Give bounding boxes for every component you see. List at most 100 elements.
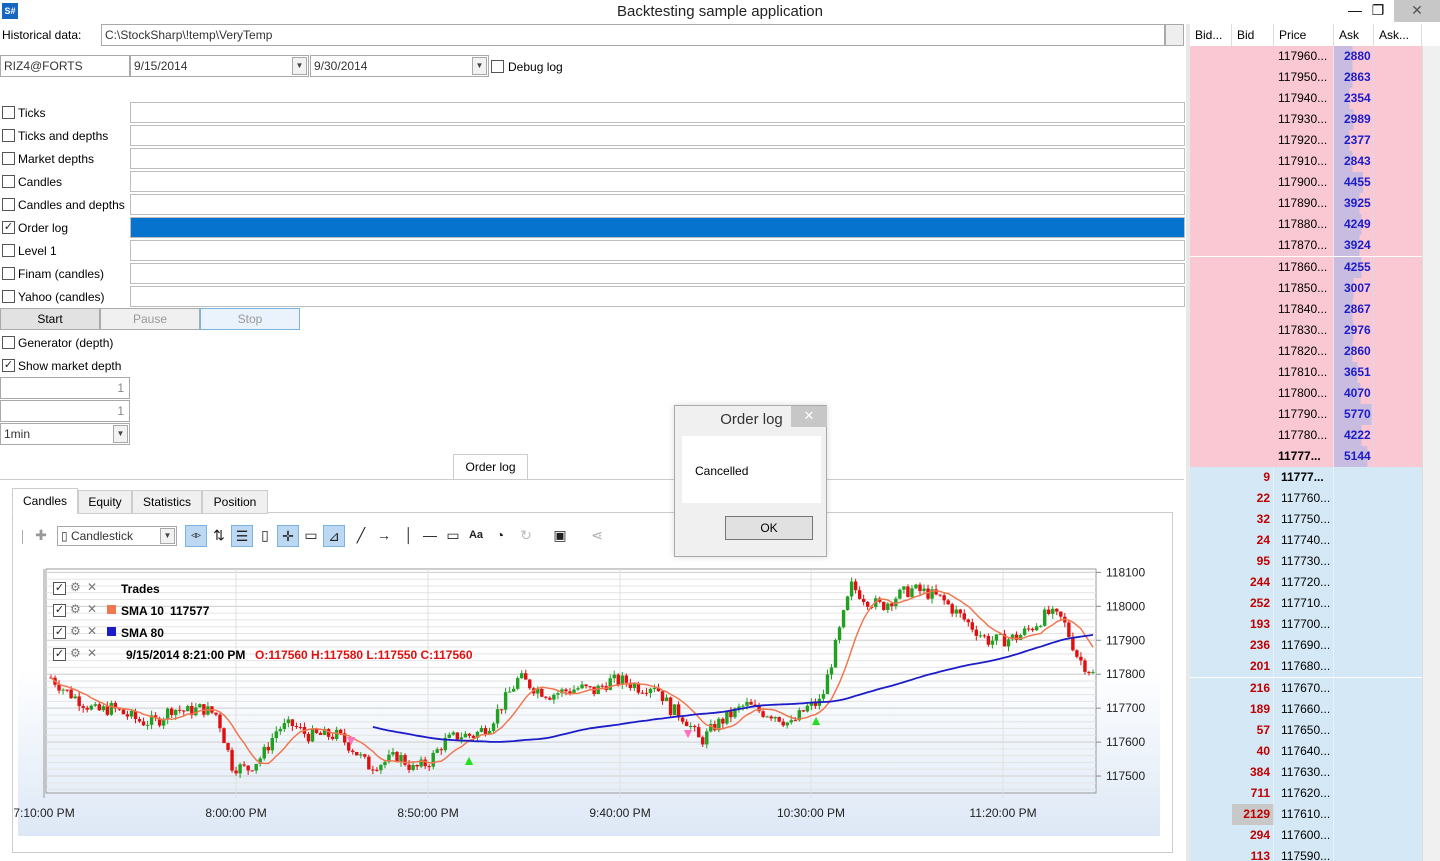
bid-volume: 2129 xyxy=(1232,803,1274,825)
order-log-dialog: Order log ✕ Cancelled OK xyxy=(674,405,827,557)
close-icon[interactable]: ✕ xyxy=(87,602,97,616)
bid-row[interactable]: 201 117680... xyxy=(1190,656,1422,678)
bid-price: 117730... xyxy=(1276,551,1334,573)
bid-row[interactable]: 2129 117610... xyxy=(1190,803,1422,825)
gear-icon[interactable]: ⚙ xyxy=(70,646,81,660)
bid-row[interactable]: 9 11777... xyxy=(1190,467,1422,488)
ask-row[interactable]: 117810... 3651 xyxy=(1190,361,1422,383)
ask-row[interactable]: 117880... 4249 xyxy=(1190,214,1422,236)
bid-row[interactable]: 216 117670... xyxy=(1190,677,1422,699)
candle-body xyxy=(632,684,637,688)
bid-price: 117680... xyxy=(1276,656,1334,678)
order-book-scrollbar[interactable] xyxy=(1422,46,1440,861)
price-chart[interactable]: 118100 118000 117900 117800 117700 117600 1175… xyxy=(0,0,1184,861)
bid-row[interactable]: 189 117660... xyxy=(1190,698,1422,720)
bid-price: 11777... xyxy=(1276,467,1334,488)
order-book-column-header[interactable]: Ask... xyxy=(1374,24,1422,46)
ask-row[interactable]: 117820... 2860 xyxy=(1190,340,1422,362)
order-book-column-header[interactable]: Ask xyxy=(1334,24,1374,46)
bid-row[interactable]: 711 117620... xyxy=(1190,782,1422,804)
ask-price: 117860... xyxy=(1276,256,1334,278)
bid-row[interactable]: 95 117730... xyxy=(1190,551,1422,573)
gear-icon[interactable]: ⚙ xyxy=(70,580,81,594)
candle-body xyxy=(725,711,729,724)
close-icon[interactable]: ✕ xyxy=(87,580,97,594)
ask-row[interactable]: 117960... 2880 xyxy=(1190,46,1422,67)
bid-row[interactable]: 244 117720... xyxy=(1190,572,1422,594)
candle-body xyxy=(447,734,452,738)
legend-ohlc-time: 9/15/2014 8:21:00 PM xyxy=(126,648,246,662)
ask-row[interactable]: 117790... 5770 xyxy=(1190,403,1422,425)
ask-row[interactable]: 117900... 4455 xyxy=(1190,172,1422,194)
ask-volume: 4455 xyxy=(1334,172,1374,194)
bid-row[interactable]: 40 117640... xyxy=(1190,740,1422,762)
candle-body xyxy=(785,722,789,726)
ask-volume: 2880 xyxy=(1334,46,1374,67)
ask-row[interactable]: 117890... 3925 xyxy=(1190,193,1422,215)
ask-row[interactable]: 117940... 2354 xyxy=(1190,88,1422,110)
bid-row[interactable]: 57 117650... xyxy=(1190,719,1422,741)
ask-price: 117920... xyxy=(1276,130,1334,152)
candle-body xyxy=(568,691,572,694)
bid-volume: 113 xyxy=(1232,845,1274,861)
bid-row[interactable]: 193 117700... xyxy=(1190,614,1422,636)
bid-row[interactable]: 22 117760... xyxy=(1190,488,1422,510)
ask-row[interactable]: 117780... 4222 xyxy=(1190,424,1422,446)
candle-body xyxy=(749,701,753,705)
ask-volume: 3007 xyxy=(1334,277,1374,299)
ask-row[interactable]: 117870... 3924 xyxy=(1190,235,1422,257)
ask-row[interactable]: 117860... 4255 xyxy=(1190,256,1422,278)
candle-body xyxy=(845,596,850,611)
candle-body xyxy=(290,719,295,726)
bid-price: 117620... xyxy=(1276,782,1334,804)
bid-row[interactable]: 113 117590... xyxy=(1190,845,1422,861)
ask-row[interactable]: 117830... 2976 xyxy=(1190,319,1422,341)
gear-icon[interactable]: ⚙ xyxy=(70,602,81,616)
candle-body xyxy=(584,684,588,687)
order-book-column-header[interactable]: Bid... xyxy=(1190,24,1232,46)
candle-body xyxy=(789,720,793,723)
bid-volume: 40 xyxy=(1232,740,1274,762)
dialog-close-button[interactable]: ✕ xyxy=(791,406,827,427)
candle-body xyxy=(254,763,258,771)
candle-body xyxy=(1026,628,1031,630)
bid-row[interactable]: 24 117740... xyxy=(1190,530,1422,552)
bid-row[interactable]: 384 117630... xyxy=(1190,761,1422,783)
candle-body xyxy=(729,711,733,718)
bid-row[interactable]: 294 117600... xyxy=(1190,824,1422,846)
ask-row[interactable]: 11777... 5144 xyxy=(1190,445,1422,467)
candle-body xyxy=(238,764,242,774)
close-icon[interactable]: ✕ xyxy=(87,624,97,638)
order-book-column-header[interactable]: Price xyxy=(1274,24,1334,46)
candle-body xyxy=(886,603,890,610)
ask-row[interactable]: 117930... 2989 xyxy=(1190,109,1422,131)
candle-body xyxy=(765,716,769,718)
ask-row[interactable]: 117800... 4070 xyxy=(1190,382,1422,404)
bid-volume: 294 xyxy=(1232,824,1274,846)
ask-row[interactable]: 117850... 3007 xyxy=(1190,277,1422,299)
candle-body xyxy=(407,764,411,770)
ask-row[interactable]: 117910... 2843 xyxy=(1190,151,1422,173)
candle-body xyxy=(198,704,202,708)
bid-row[interactable]: 236 117690... xyxy=(1190,635,1422,657)
candle-body xyxy=(403,755,407,765)
ask-row[interactable]: 117920... 2377 xyxy=(1190,130,1422,152)
ask-row[interactable]: 117950... 2863 xyxy=(1190,67,1422,89)
bid-row[interactable]: 252 117710... xyxy=(1190,593,1422,615)
candle-body xyxy=(298,726,303,728)
candle-body xyxy=(306,733,311,742)
candle-body xyxy=(423,759,427,767)
close-icon[interactable]: ✕ xyxy=(87,646,97,660)
candle-body xyxy=(769,716,773,719)
candle-body xyxy=(528,679,532,689)
sell-arrow-icon: ▼ xyxy=(344,732,358,748)
gear-icon[interactable]: ⚙ xyxy=(70,624,81,638)
dialog-ok-button[interactable]: OK xyxy=(725,516,813,540)
bid-row[interactable]: 32 117750... xyxy=(1190,509,1422,531)
candle-body xyxy=(1006,639,1011,647)
close-button[interactable]: ✕ xyxy=(1394,0,1440,22)
ask-row[interactable]: 117840... 2867 xyxy=(1190,298,1422,320)
candle-body xyxy=(511,688,516,692)
ask-price: 117830... xyxy=(1276,319,1334,341)
order-book-column-header[interactable]: Bid xyxy=(1232,24,1274,46)
